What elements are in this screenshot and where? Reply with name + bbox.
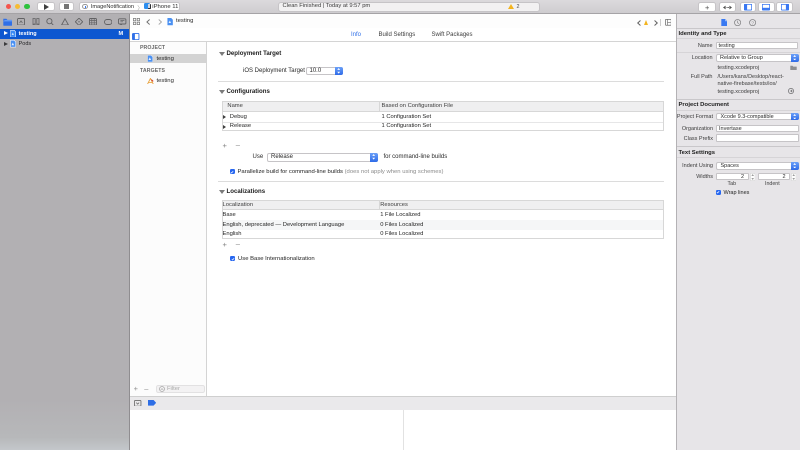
svg-text:?: ? [751,20,754,26]
